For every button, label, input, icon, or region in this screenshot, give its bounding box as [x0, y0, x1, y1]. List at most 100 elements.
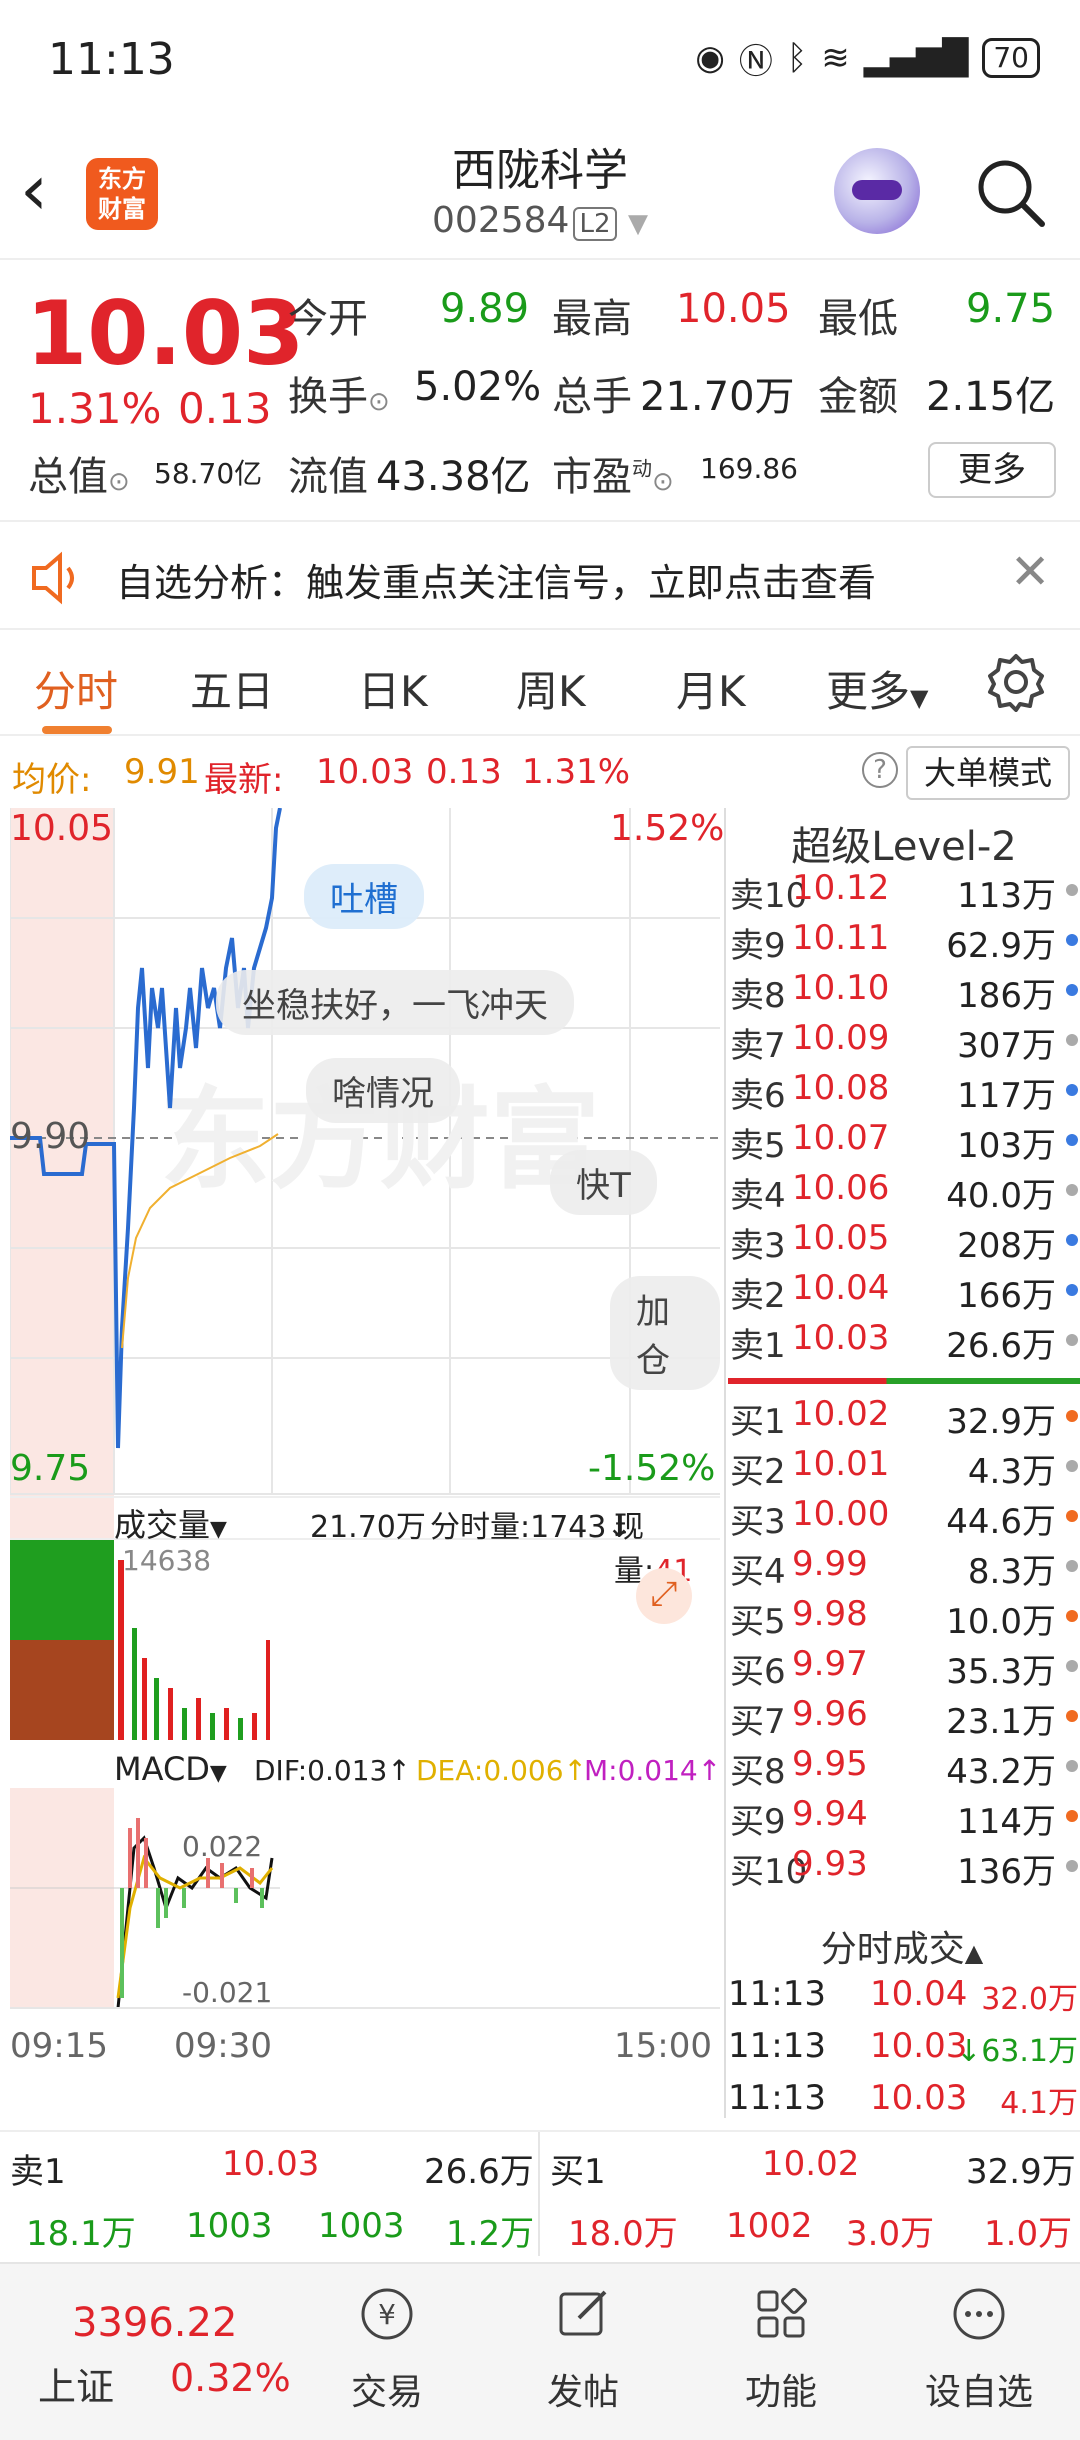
bid-price: 9.95 — [792, 1744, 868, 1784]
tab-five-day[interactable]: 五日 — [190, 658, 274, 719]
tick-trades-title[interactable]: 分时成交▲ — [724, 1920, 1080, 1972]
order-book-divider — [728, 1378, 1080, 1384]
ask-row[interactable]: 卖5 10.07 103万 — [726, 1118, 1080, 1168]
mktcap-label[interactable]: 总值⊙ — [28, 444, 130, 502]
back-icon[interactable]: ‹ — [20, 150, 80, 230]
ask-label: 卖7 — [730, 1026, 786, 1066]
pe-label[interactable]: 市盈动⊙ — [552, 444, 674, 502]
macd-header: MACD▼ DIF:0.013↑ DEA:0.006↑ M:0.014↑ — [114, 1750, 722, 1794]
level-badge: L2 — [573, 207, 617, 241]
tab-weekly-k[interactable]: 周K — [516, 658, 586, 719]
big-order-mode-button[interactable]: 大单模式 — [906, 746, 1070, 800]
notice-banner[interactable]: 自选分析：触发重点关注信号，立即点击查看 ✕ — [0, 524, 1080, 630]
ask-dot-icon — [1066, 1084, 1078, 1096]
latest-change: 0.13 — [426, 752, 502, 792]
search-icon[interactable] — [972, 154, 1048, 230]
mid-price-label: 9.90 — [10, 1116, 91, 1157]
ask-row[interactable]: 卖1 10.03 26.6万 — [726, 1318, 1080, 1368]
ask-dot-icon — [1066, 1134, 1078, 1146]
comment-bubble[interactable]: 坐稳扶好，一飞冲天 — [216, 970, 574, 1035]
nav-trade[interactable]: ¥ 交易 — [322, 2284, 452, 2415]
ask-row[interactable]: 卖3 10.05 208万 — [726, 1218, 1080, 1268]
tab-daily-k[interactable]: 日K — [358, 658, 428, 719]
bid-label: 买6 — [730, 1652, 786, 1692]
close-icon[interactable]: ✕ — [1010, 544, 1050, 600]
nav-post[interactable]: 发帖 — [518, 2284, 648, 2415]
index-value: 3396.22 — [72, 2300, 238, 2346]
nav-functions-label: 功能 — [744, 2372, 817, 2413]
ask-volume: 62.9万 — [946, 926, 1056, 966]
bid-row[interactable]: 买10 9.93 136万 — [726, 1844, 1080, 1894]
bid-row[interactable]: 买9 9.94 114万 — [726, 1794, 1080, 1844]
ask-row[interactable]: 卖7 10.09 307万 — [726, 1018, 1080, 1068]
turnover-value: 5.02% — [414, 364, 542, 410]
more-button[interactable]: 更多 — [928, 442, 1056, 498]
bid-dot-icon — [1066, 1760, 1078, 1772]
robot-assistant-icon[interactable] — [834, 148, 920, 234]
turnover-label[interactable]: 换手⊙ — [288, 364, 390, 422]
intraday-chart[interactable]: 东方财富 10.05 1.52% 9.90 9.75 -1.52% 吐槽 坐稳扶… — [10, 808, 724, 2118]
bid-volume: 43.2万 — [946, 1752, 1056, 1792]
trade-row: 11:13 10.03 ↓63.1万 — [728, 2026, 1078, 2069]
ask-row[interactable]: 卖4 10.06 40.0万 — [726, 1168, 1080, 1218]
ask-price: 10.10 — [792, 968, 890, 1008]
nav-add-watchlist[interactable]: 设自选 — [914, 2284, 1044, 2415]
volume-dropdown[interactable]: 成交量▼ — [114, 1500, 227, 1546]
yuan-exchange-icon: ¥ — [361, 2288, 413, 2340]
ask-row[interactable]: 卖6 10.08 117万 — [726, 1068, 1080, 1118]
tab-monthly-k[interactable]: 月K — [676, 658, 746, 719]
current-price: 10.03 — [26, 282, 305, 385]
ask-label: 卖4 — [730, 1176, 786, 1216]
bid-label: 买3 — [730, 1502, 786, 1542]
nav-functions[interactable]: 功能 — [716, 2284, 846, 2415]
bid-row[interactable]: 买7 9.96 23.1万 — [726, 1694, 1080, 1744]
ask-dot-icon — [1066, 1284, 1078, 1296]
comment-bubble[interactable]: 快T — [550, 1150, 657, 1215]
volume-max-label: 14638 — [122, 1544, 212, 1577]
ask-volume: 307万 — [957, 1026, 1056, 1066]
ask-row[interactable]: 卖9 10.11 62.9万 — [726, 918, 1080, 968]
change-percent: 1.31% — [28, 384, 162, 433]
bid-row[interactable]: 买4 9.99 8.3万 — [726, 1544, 1080, 1594]
bid-row[interactable]: 买1 10.02 32.9万 — [726, 1394, 1080, 1444]
stock-code[interactable]: 002584 L2 ▼ — [340, 200, 740, 241]
ask-row[interactable]: 卖2 10.04 166万 — [726, 1268, 1080, 1318]
bid-volume: 32.9万 — [946, 1402, 1056, 1442]
bid-row[interactable]: 买3 10.00 44.6万 — [726, 1494, 1080, 1544]
status-bar: 11:13 ◉ Ⓝ ᛒ ≋ ▂▄▆█ 70 — [0, 0, 1080, 120]
comment-bubble[interactable]: 加仓 — [610, 1276, 720, 1390]
bid-volume: 4.3万 — [967, 1452, 1056, 1492]
bid-row[interactable]: 买5 9.98 10.0万 — [726, 1594, 1080, 1644]
ask-row[interactable]: 卖8 10.10 186万 — [726, 968, 1080, 1018]
stock-title[interactable]: 西陇科学 — [340, 134, 740, 198]
bid-row[interactable]: 买8 9.95 43.2万 — [726, 1744, 1080, 1794]
help-icon[interactable]: ? — [862, 752, 898, 788]
summary-sell1-label: 卖1 — [10, 2152, 66, 2192]
tab-more[interactable]: 更多▼ — [826, 658, 928, 719]
gear-icon[interactable] — [986, 652, 1046, 712]
bid-price: 9.98 — [792, 1594, 868, 1634]
bid-dot-icon — [1066, 1710, 1078, 1722]
mktcap-value: 58.70亿 — [154, 457, 263, 490]
bid-row[interactable]: 买6 9.97 35.3万 — [726, 1644, 1080, 1694]
summary-sell1-price: 10.03 — [222, 2144, 320, 2184]
bid-dot-icon — [1066, 1860, 1078, 1872]
open-value: 9.89 — [440, 286, 530, 332]
macd-m: M:0.014↑ — [584, 1754, 722, 1787]
avg-label: 均价: — [12, 760, 92, 800]
ask-row[interactable]: 卖10 10.12 113万 — [726, 868, 1080, 918]
nav-trade-label: 交易 — [350, 2372, 423, 2413]
comment-bubble[interactable]: 啥情况 — [306, 1058, 460, 1123]
comment-bubble-tucao[interactable]: 吐槽 — [304, 864, 424, 929]
latest-value: 10.03 — [316, 752, 414, 792]
ask-dot-icon — [1066, 1334, 1078, 1346]
bid-label: 买7 — [730, 1702, 786, 1742]
wifi-icon: ≋ — [821, 38, 850, 78]
index-ticker[interactable]: 3396.22 上证 0.32% — [0, 2264, 291, 2440]
expand-icon[interactable]: ⤢ — [636, 1568, 692, 1624]
tab-intraday[interactable]: 分时 — [34, 658, 118, 719]
bid-row[interactable]: 买2 10.01 4.3万 — [726, 1444, 1080, 1494]
macd-dropdown[interactable]: MACD▼ — [114, 1750, 227, 1788]
time-start: 09:15 — [10, 2026, 108, 2066]
svg-text:¥: ¥ — [378, 2298, 396, 2331]
